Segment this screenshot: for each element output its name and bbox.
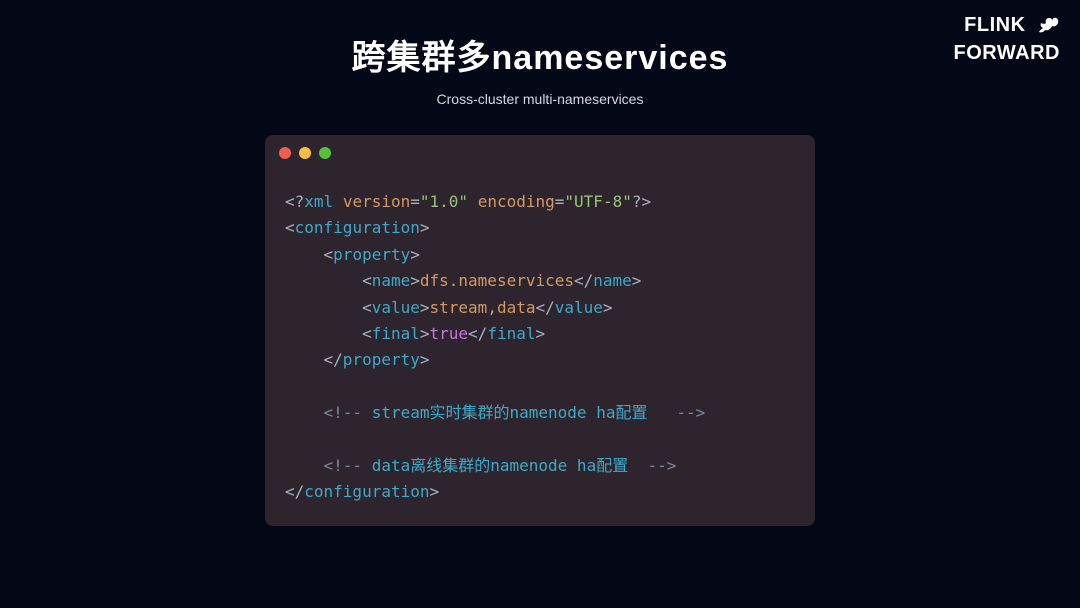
lt-slash: </ (468, 324, 487, 343)
lt: < (324, 245, 334, 264)
gt: > (420, 350, 430, 369)
tag-final-close: final (487, 324, 535, 343)
gt: > (420, 218, 430, 237)
tag-property-open: property (333, 245, 410, 264)
indent (285, 298, 362, 317)
lt: < (285, 218, 295, 237)
comment-close: --> (667, 403, 706, 422)
eq: = (555, 192, 565, 211)
val-true: true (430, 324, 469, 343)
gt: > (420, 298, 430, 317)
comment-open: <!-- (324, 456, 372, 475)
attr-version: version (343, 192, 410, 211)
gt: > (410, 245, 420, 264)
val-nameservices: dfs.nameservices (420, 271, 574, 290)
indent (285, 403, 324, 422)
flink-forward-logo: FLINK FORWARD (954, 15, 1060, 63)
slide-subtitle: Cross-cluster multi-nameservices (0, 91, 1080, 107)
zoom-icon (319, 147, 331, 159)
close-icon (279, 147, 291, 159)
xml-decl-name: xml (304, 192, 333, 211)
tag-value-close: value (555, 298, 603, 317)
tag-value-open: value (372, 298, 420, 317)
gt: > (535, 324, 545, 343)
tag-name-open: name (372, 271, 411, 290)
val-streamdata: stream,data (430, 298, 536, 317)
minimize-icon (299, 147, 311, 159)
indent (285, 245, 324, 264)
gt: > (420, 324, 430, 343)
indent (285, 324, 362, 343)
comment-open: <!-- (324, 403, 372, 422)
logo-line2: FORWARD (954, 43, 1060, 63)
window-titlebar (265, 135, 815, 171)
indent (285, 350, 324, 369)
xml-decl-open: <? (285, 192, 304, 211)
comment2-text: data离线集群的namenode ha配置 (372, 456, 638, 475)
comment1-text: stream实时集群的namenode ha配置 (372, 403, 667, 422)
code-window: <?xml version="1.0" encoding="UTF-8"?> <… (265, 135, 815, 526)
indent (285, 271, 362, 290)
val-version: "1.0" (420, 192, 468, 211)
title-block: 跨集群多nameservices Cross-cluster multi-nam… (0, 0, 1080, 107)
tag-property-close: property (343, 350, 420, 369)
gt: > (632, 271, 642, 290)
lt-slash: </ (535, 298, 554, 317)
logo-line1: FLINK (964, 15, 1025, 35)
lt: < (362, 271, 372, 290)
gt: > (410, 271, 420, 290)
val-encoding: "UTF-8" (564, 192, 631, 211)
tag-configuration-open: configuration (295, 218, 420, 237)
gt: > (603, 298, 613, 317)
eq: = (410, 192, 420, 211)
gt: > (430, 482, 440, 501)
space (468, 192, 478, 211)
lt-slash: </ (574, 271, 593, 290)
tag-configuration-close: configuration (304, 482, 429, 501)
comment-close: --> (638, 456, 677, 475)
lt-slash: </ (285, 482, 304, 501)
lt-slash: </ (324, 350, 343, 369)
squirrel-icon (1034, 15, 1060, 43)
lt: < (362, 324, 372, 343)
lt: < (362, 298, 372, 317)
tag-name-close: name (593, 271, 632, 290)
code-content: <?xml version="1.0" encoding="UTF-8"?> <… (265, 171, 815, 506)
tag-final-open: final (372, 324, 420, 343)
xml-decl-close: ?> (632, 192, 651, 211)
indent (285, 456, 324, 475)
slide-title: 跨集群多nameservices (0, 30, 1080, 79)
space (333, 192, 343, 211)
attr-encoding: encoding (478, 192, 555, 211)
